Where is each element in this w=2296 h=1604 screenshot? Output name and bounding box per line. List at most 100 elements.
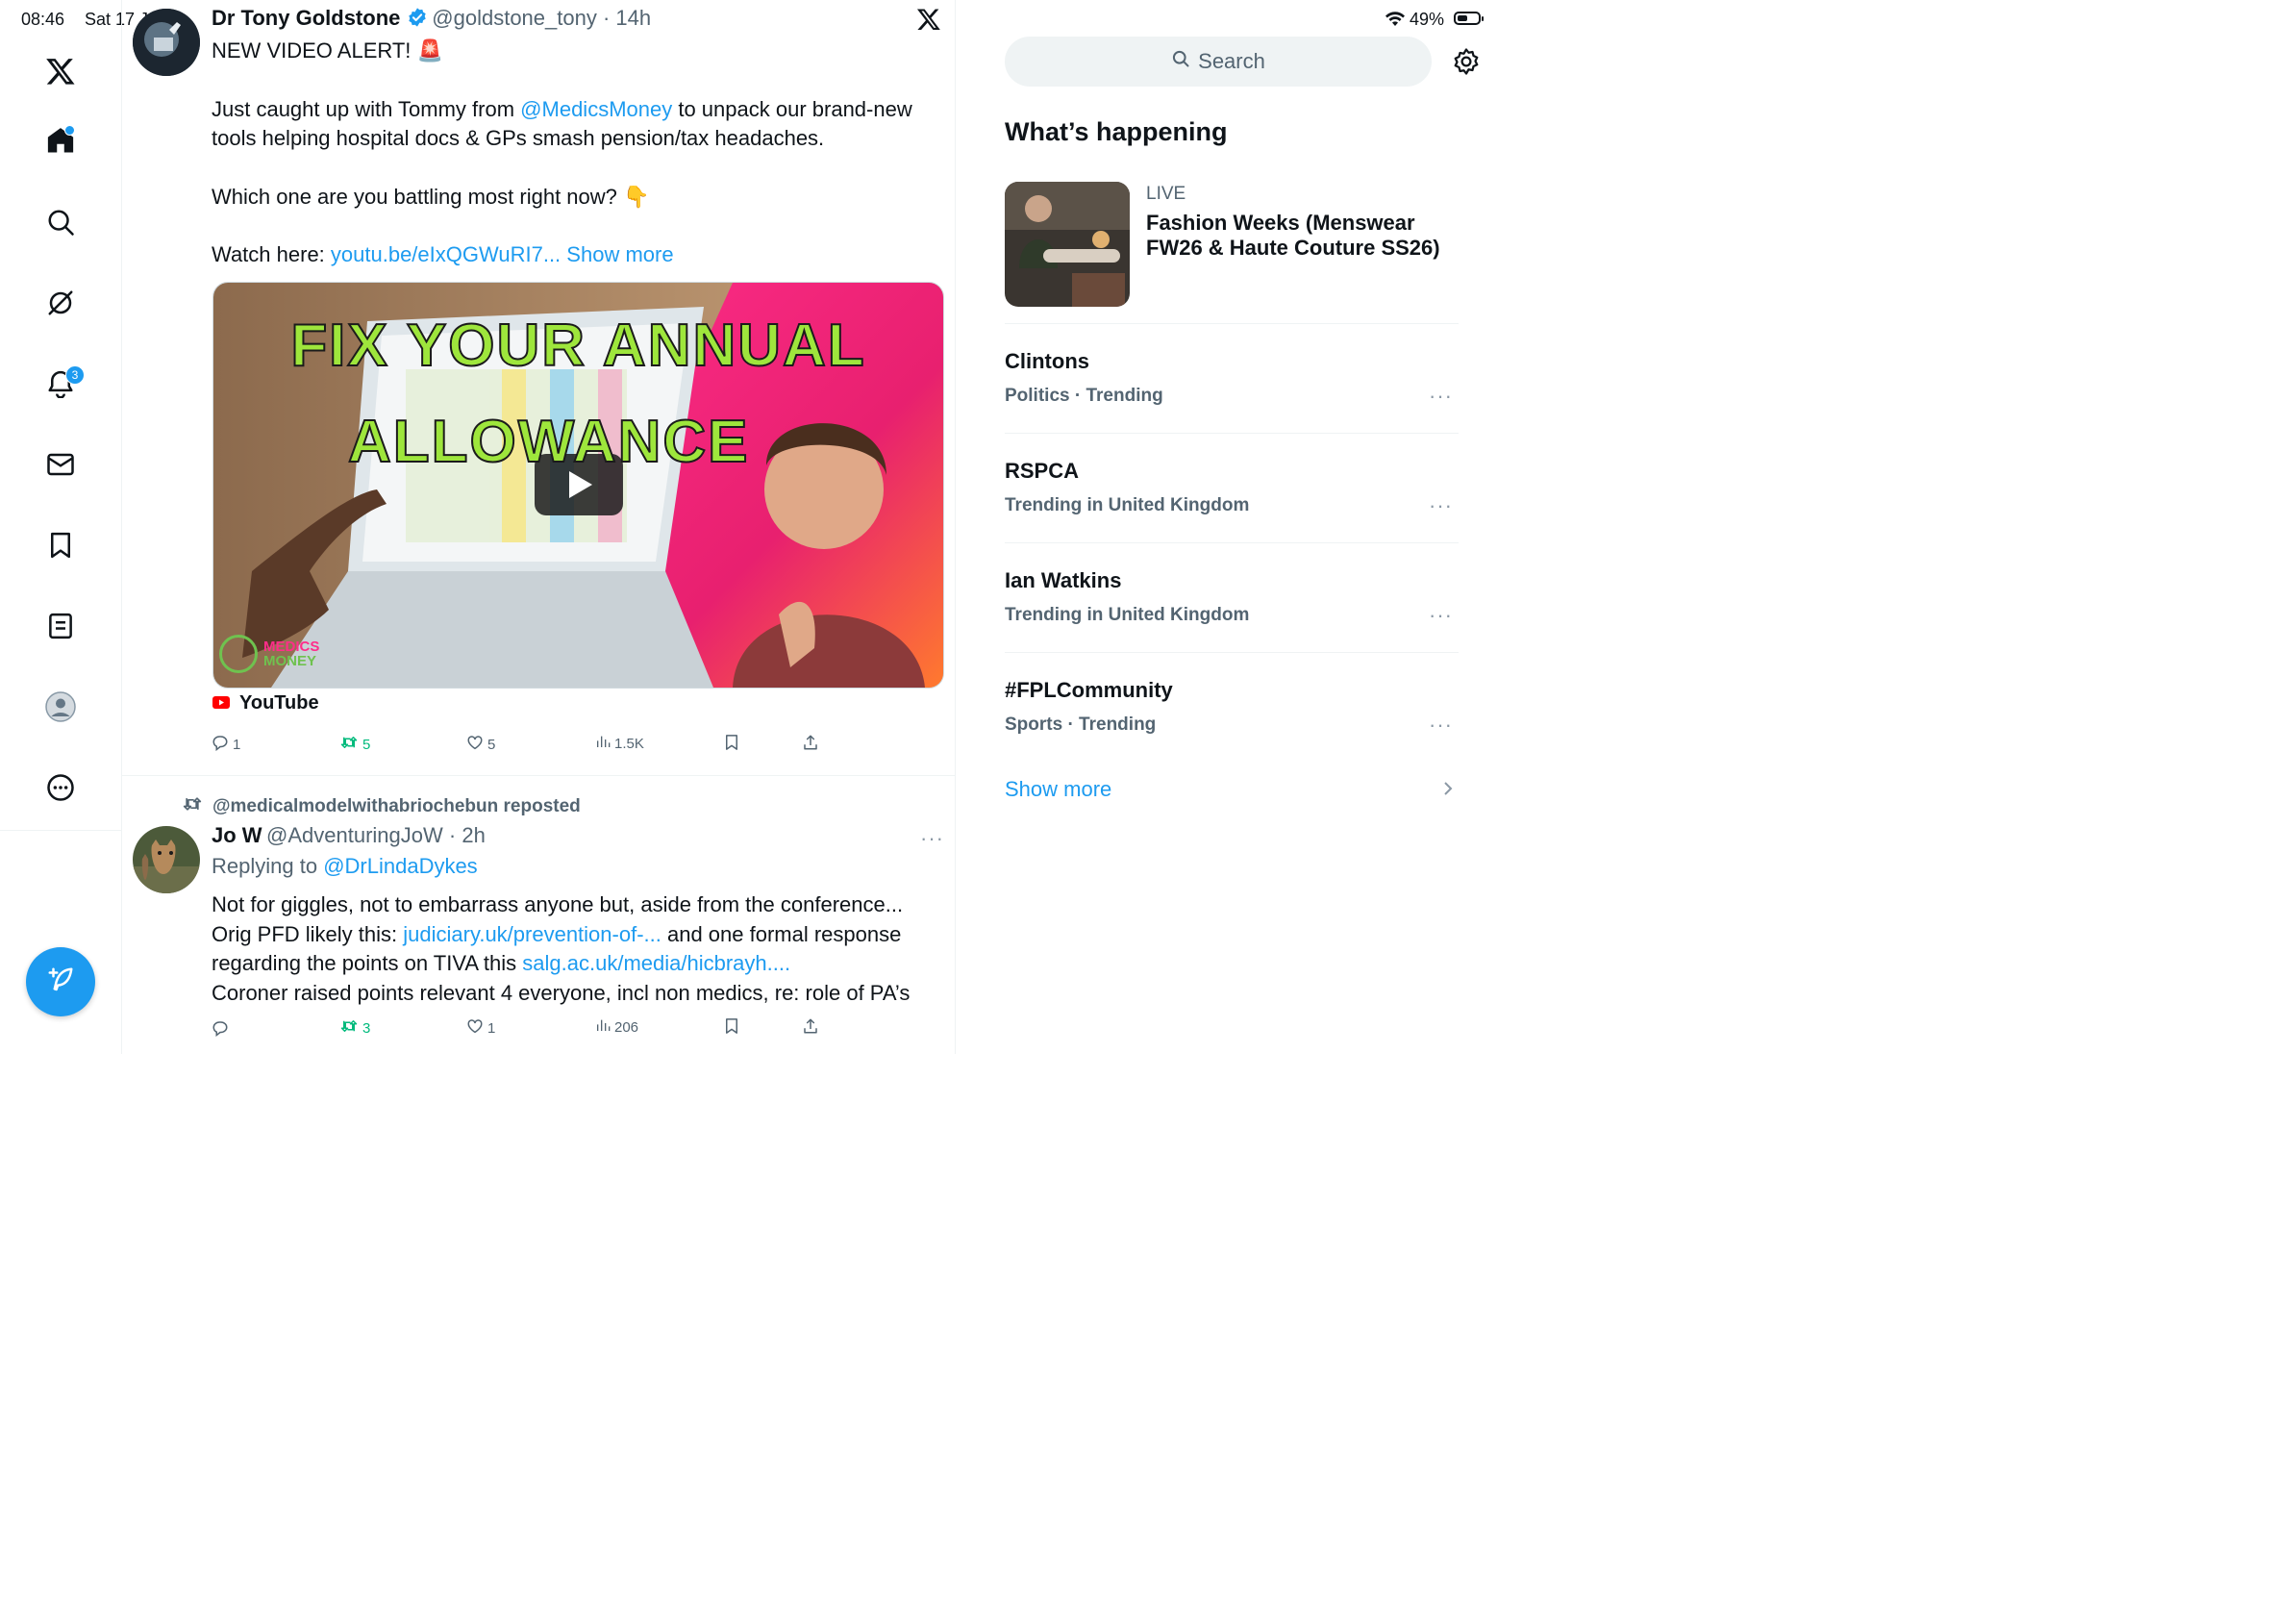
replying-label: Replying to [212, 854, 324, 878]
youtube-icon [212, 692, 230, 714]
tweet[interactable]: Dr Tony Goldstone @goldstone_tony · 14h … [122, 0, 955, 775]
repost-button[interactable]: 5 [339, 734, 370, 755]
show-more-link[interactable]: Show more [1005, 777, 1111, 801]
search-icon [1171, 49, 1190, 74]
nav-more[interactable] [37, 766, 84, 813]
settings-button[interactable] [1452, 47, 1481, 81]
nav-divider [0, 830, 121, 831]
share-button[interactable] [802, 734, 819, 755]
gear-icon [1452, 48, 1481, 80]
tweet-line: Not for giggles, not to embarrass anyone… [212, 892, 904, 916]
repost-icon [182, 794, 203, 819]
more-options-icon[interactable]: ··· [1429, 603, 1453, 628]
compose-button[interactable] [26, 947, 95, 1016]
trend-item[interactable]: Clintons Politics · Trending ··· [956, 324, 1510, 433]
grok-icon [46, 288, 75, 322]
author-handle[interactable]: @goldstone_tony [432, 6, 597, 30]
bookmark-button[interactable] [723, 1017, 740, 1039]
tweet-time[interactable]: 2h [462, 823, 485, 847]
messages-icon [46, 450, 75, 484]
tweet-text-span: Just caught up with Tommy from [212, 96, 521, 121]
trend-item[interactable]: Ian Watkins Trending in United Kingdom ·… [956, 543, 1510, 652]
tweet-header: Jo W @AdventuringJoW · 2h [212, 823, 486, 848]
nav-lists[interactable] [37, 605, 84, 651]
like-button[interactable]: 5 [466, 734, 495, 755]
trend-item[interactable]: #FPLCommunity Sports · Trending ··· [956, 653, 1510, 762]
url-link[interactable]: salg.ac.uk/media/hicbrayh.... [522, 951, 790, 975]
timeline-feed[interactable]: Dr Tony Goldstone @goldstone_tony · 14h … [122, 0, 956, 1054]
tweet-text-span: Orig PFD likely this: [212, 921, 404, 946]
trend-meta: Trending in United Kingdom [1005, 605, 1250, 625]
live-title: Fashion Weeks (Menswear FW26 & Haute Cou… [1146, 211, 1440, 260]
separator-dot: · [596, 6, 616, 30]
mention-link[interactable]: @MedicsMoney [520, 97, 672, 121]
trend-live-item[interactable]: LIVE Fashion Weeks (Menswear FW26 & Haut… [1005, 182, 1459, 309]
reply-count: 1 [233, 736, 241, 753]
search-bar[interactable]: Search [1005, 37, 1432, 87]
tweet-line: Coroner raised points relevant 4 everyon… [212, 980, 911, 1005]
trend-item[interactable]: RSPCA Trending in United Kingdom ··· [956, 434, 1510, 542]
show-more-trends[interactable]: Show more [1005, 777, 1459, 806]
live-label: LIVE [1146, 184, 1186, 204]
x-logo-icon[interactable] [37, 48, 84, 94]
trend-name: #FPLCommunity [1005, 678, 1173, 702]
repost-count: 5 [362, 736, 371, 753]
nav-bookmarks[interactable] [37, 524, 84, 570]
nav-explore[interactable] [37, 201, 84, 247]
more-options-icon[interactable]: ··· [1429, 384, 1453, 409]
whats-happening-title: What’s happening [1005, 117, 1228, 146]
views-button[interactable]: 1.5K [595, 734, 644, 753]
notifications-badge: 3 [65, 365, 85, 385]
card-headline-1: FIX YOUR ANNUAL [289, 312, 866, 380]
like-button[interactable]: 1 [466, 1017, 495, 1039]
nav-messages[interactable] [37, 443, 84, 489]
logo-text: MONEY [263, 653, 317, 669]
reply-button[interactable] [212, 1019, 233, 1040]
tweet-paragraph: Watch here: youtu.be/eIxQGWuRI7... Show … [212, 240, 942, 270]
url-link[interactable]: youtu.be/eIxQGWuRI7... [331, 242, 561, 266]
show-more-link[interactable]: Show more [566, 242, 673, 266]
avatar[interactable] [133, 9, 200, 76]
trend-name: RSPCA [1005, 459, 1080, 483]
video-card[interactable]: FIX YOUR ANNUAL ALLOWANCE MEDICS MONEY [212, 282, 944, 689]
tweet-header: Dr Tony Goldstone @goldstone_tony · 14h [212, 6, 651, 33]
nav-grok[interactable] [37, 282, 84, 328]
nav-profile[interactable] [37, 686, 84, 732]
tweet-paragraph: Just caught up with Tommy from @MedicsMo… [212, 95, 942, 154]
like-count: 1 [487, 1019, 496, 1037]
more-options-icon[interactable]: ··· [920, 826, 944, 851]
author-handle[interactable]: @AdventuringJoW [266, 823, 443, 847]
tweet-time[interactable]: 14h [615, 6, 651, 30]
heart-icon [466, 1017, 484, 1039]
trend-meta: Trending in United Kingdom [1005, 495, 1250, 515]
tweet-line: regarding the points on TIVA this salg.a… [212, 949, 942, 979]
replying-to: Replying to @DrLindaDykes [212, 854, 478, 879]
repost-context[interactable]: @medicalmodelwithabriochebun reposted [182, 794, 581, 819]
separator-dot: · [442, 823, 462, 847]
author-name[interactable]: Dr Tony Goldstone [212, 6, 400, 30]
bookmark-button[interactable] [723, 734, 740, 755]
views-button[interactable]: 206 [595, 1017, 638, 1037]
bookmark-icon [723, 1017, 740, 1039]
share-icon [802, 1017, 819, 1039]
share-button[interactable] [802, 1017, 819, 1039]
tweet-line: Orig PFD likely this: judiciary.uk/preve… [212, 920, 942, 950]
avatar[interactable] [133, 826, 200, 893]
url-link[interactable]: judiciary.uk/prevention-of-... [403, 922, 661, 946]
tweet-text-span: regarding the points on TIVA this [212, 951, 523, 975]
trend-name: Clintons [1005, 349, 1089, 373]
compose-icon [46, 965, 75, 999]
more-options-icon[interactable]: ··· [1429, 713, 1453, 738]
author-name[interactable]: Jo W [212, 823, 262, 847]
mention-link[interactable]: @DrLindaDykes [323, 854, 478, 878]
views-count: 206 [614, 1018, 639, 1036]
repost-button[interactable]: 3 [339, 1017, 370, 1039]
tweet[interactable]: @medicalmodelwithabriochebun reposted Jo… [122, 776, 955, 1054]
more-options-icon[interactable]: ··· [1429, 493, 1453, 518]
nav-home[interactable] [37, 119, 84, 165]
trend-image [1005, 182, 1130, 307]
card-source[interactable]: YouTube [212, 692, 319, 714]
analytics-icon [595, 734, 611, 753]
nav-notifications[interactable]: 3 [37, 363, 85, 409]
reply-button[interactable]: 1 [212, 734, 240, 755]
